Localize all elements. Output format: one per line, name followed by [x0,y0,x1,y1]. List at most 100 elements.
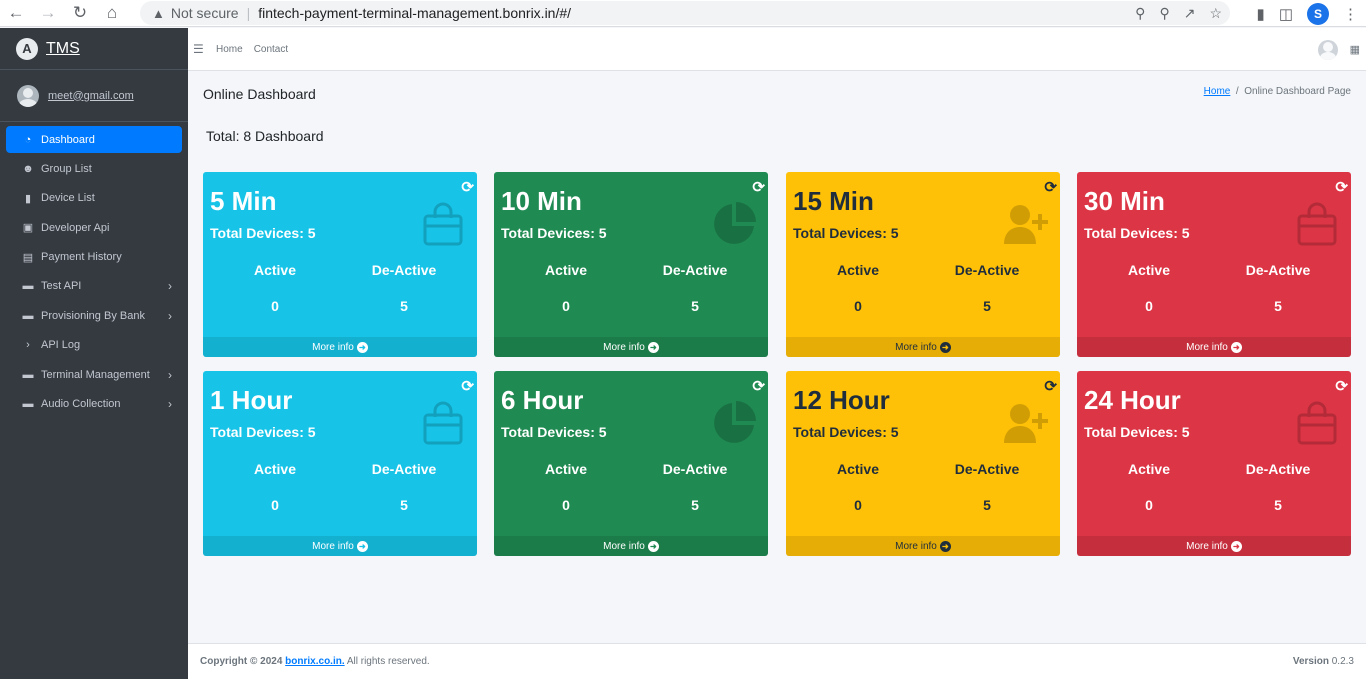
version-text: Version 0.2.3 [1293,656,1354,667]
sidebar-item-audio-collection[interactable]: ▬ Audio Collection › [6,391,182,418]
more-info-label: More info [603,540,645,552]
card-active-count: 0 [1145,298,1153,314]
table-icon: ▤ [22,251,34,264]
nav-home-link[interactable]: Home [216,44,243,55]
profile-avatar[interactable]: S [1307,2,1329,25]
pie-chart-icon [710,200,758,248]
sidebar-item-terminal-management[interactable]: ▬ Terminal Management › [6,361,182,388]
card-5-min: 5 Min Total Devices: 5 ⟳ Active De-Active 0 5 M… [203,172,477,357]
hamburger-menu-icon[interactable]: ☰ [193,42,205,56]
arrow-circle-right-icon: ➜ [1230,540,1242,552]
more-info-link[interactable]: More info ➜ [1077,536,1351,556]
bookmark-star-icon[interactable]: ☆ [1209,5,1222,22]
apps-grid-icon[interactable]: ▦ [1350,43,1360,56]
side-panel-icon[interactable]: ◫ [1279,5,1293,23]
card-deactive-count: 5 [691,298,699,314]
breadcrumb: Home / Online Dashboard Page [1204,86,1351,97]
url-text: fintech-payment-terminal-management.bonr… [258,5,572,21]
breadcrumb-home-link[interactable]: Home [1204,86,1231,97]
card-active-label: Active [544,461,588,477]
card-active-label: Active [836,461,880,477]
user-plus-icon [1002,399,1050,447]
card-total-devices: Total Devices: 5 [501,225,607,241]
more-info-link[interactable]: More info ➜ [786,337,1060,357]
card-12-hour: 12 Hour Total Devices: 5 ⟳ Active De-Active 0… [786,371,1060,556]
not-secure-label: Not secure [170,5,239,21]
footer-site-link[interactable]: bonrix.co.in. [285,656,344,667]
refresh-icon[interactable]: ⟳ [1044,377,1057,395]
card-active-label: Active [253,461,297,477]
browser-menu-icon[interactable]: ⋮ [1343,5,1358,23]
sidebar-item-device-list[interactable]: ▮ Device List [6,185,182,212]
address-bar[interactable]: ▲ Not secure | fintech-payment-terminal-… [140,1,1230,25]
card-15-min: 15 Min Total Devices: 5 ⟳ Active De-Active 0 5… [786,172,1060,357]
mobile-icon: ▮ [24,192,32,205]
more-info-label: More info [1186,341,1228,353]
refresh-icon[interactable]: ⟳ [1044,178,1057,196]
sidebar-item-label: Group List [41,162,92,175]
zoom-icon[interactable]: ⚲ [1159,5,1169,22]
more-info-label: More info [895,540,937,552]
card-title: 5 Min [210,186,277,216]
user-avatar-icon [17,84,39,107]
sidebar-item-payment-history[interactable]: ▤ Payment History [6,244,182,271]
sidebar-item-dashboard[interactable]: ◔ Dashboard [6,126,182,153]
rights-text: All rights reserved. [346,656,430,667]
more-info-link[interactable]: More info ➜ [203,536,477,556]
more-info-link[interactable]: More info ➜ [786,536,1060,556]
extensions-icon[interactable]: ▮ [1257,5,1265,23]
home-icon[interactable]: ⌂ [96,0,128,27]
page-title: Online Dashboard [203,86,316,102]
card-deactive-count: 5 [1274,497,1282,513]
reload-icon[interactable]: ↻ [64,0,96,27]
arrow-circle-right-icon: ➜ [356,540,368,552]
breadcrumb-separator: / [1235,86,1239,97]
sidebar-item-label: Terminal Management [41,368,150,381]
more-info-label: More info [1186,540,1228,552]
user-email-link[interactable]: meet@gmail.com [48,90,134,102]
more-info-link[interactable]: More info ➜ [494,337,768,357]
folder-icon: ▬ [22,398,34,411]
refresh-icon[interactable]: ⟳ [752,377,765,395]
back-icon[interactable]: ← [0,0,32,27]
warning-icon: ▲ [152,5,165,21]
card-title: 6 Hour [501,385,584,415]
brand-logo-icon: A [16,37,38,60]
top-navbar: ☰ Home Contact ▦ [188,28,1366,71]
sidebar-item-label: Test API [41,280,82,293]
card-deactive-label: De-Active [954,461,1020,477]
brand-link[interactable]: A TMS [0,28,188,70]
refresh-icon[interactable]: ⟳ [461,178,474,196]
card-title: 12 Hour [793,385,890,415]
card-deactive-count: 5 [1274,298,1282,314]
card-active-label: Active [544,262,588,278]
sidebar-item-test-api[interactable]: ▬ Test API › [6,273,182,300]
card-active-label: Active [253,262,297,278]
more-info-link[interactable]: More info ➜ [203,337,477,357]
refresh-icon[interactable]: ⟳ [461,377,474,395]
card-deactive-label: De-Active [954,262,1020,278]
arrow-circle-right-icon: ➜ [647,341,659,353]
forward-icon[interactable]: → [32,0,64,27]
brand-text[interactable]: TMS [46,40,80,58]
sidebar-item-provisioning-by-bank[interactable]: ▬ Provisioning By Bank › [6,302,182,329]
refresh-icon[interactable]: ⟳ [752,178,765,196]
card-active-count: 0 [271,497,279,513]
refresh-icon[interactable]: ⟳ [1335,178,1348,196]
shopping-bag-icon [419,200,467,248]
shopping-bag-icon [419,399,467,447]
sidebar-item-developer-api[interactable]: ▣ Developer Api [6,214,182,241]
share-icon[interactable]: ↗ [1184,5,1196,22]
sidebar-item-api-log[interactable]: › API Log [6,332,182,359]
refresh-icon[interactable]: ⟳ [1335,377,1348,395]
sidebar-item-group-list[interactable]: ☻ Group List [6,155,182,182]
card-active-count: 0 [854,298,862,314]
nav-contact-link[interactable]: Contact [254,44,288,55]
more-info-link[interactable]: More info ➜ [1077,337,1351,357]
navbar-user-avatar[interactable] [1317,39,1338,60]
browser-toolbar: ← → ↻ ⌂ ▲ Not secure | fintech-payment-t… [0,0,1366,27]
key-icon[interactable]: ⚲ [1135,5,1145,22]
pie-chart-icon [710,399,758,447]
card-deactive-count: 5 [691,497,699,513]
more-info-link[interactable]: More info ➜ [494,536,768,556]
